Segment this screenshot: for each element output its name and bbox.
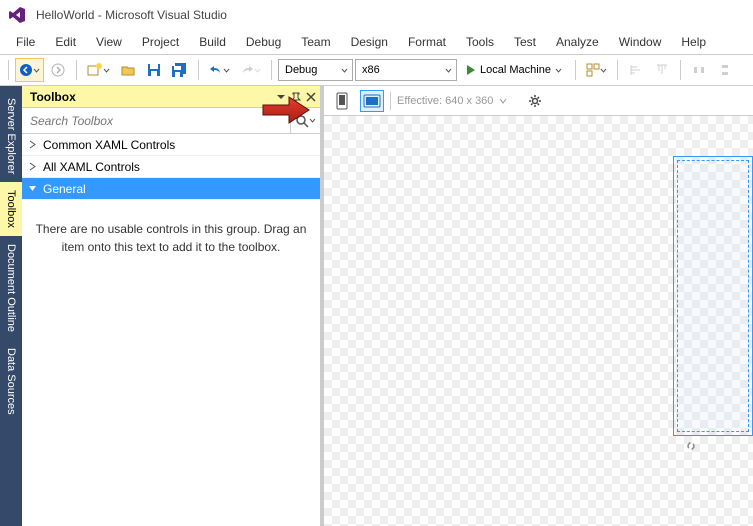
side-tab-document-outline[interactable]: Document Outline: [0, 236, 22, 340]
link-icon[interactable]: [683, 438, 699, 454]
menu-bar: File Edit View Project Build Debug Team …: [0, 30, 753, 54]
new-project-button[interactable]: [83, 58, 114, 82]
menu-test[interactable]: Test: [504, 32, 546, 52]
menu-window[interactable]: Window: [609, 32, 672, 52]
phone-portrait-button[interactable]: [330, 90, 354, 112]
undo-button[interactable]: [205, 58, 234, 82]
menu-analyze[interactable]: Analyze: [546, 32, 609, 52]
side-tab-toolbox[interactable]: Toolbox: [0, 182, 22, 236]
toolbox-panel: Toolbox Common XAML Controls All XAML Co…: [22, 86, 324, 526]
chevron-down-icon[interactable]: [499, 97, 507, 105]
artboard[interactable]: [673, 156, 753, 436]
side-tab-data-sources[interactable]: Data Sources: [0, 340, 22, 423]
group-button[interactable]: [582, 58, 611, 82]
window-title: HelloWorld - Microsoft Visual Studio: [36, 8, 227, 22]
menu-build[interactable]: Build: [189, 32, 236, 52]
toolbox-empty-message: There are no usable controls in this gro…: [22, 200, 320, 276]
gear-icon: [528, 94, 542, 108]
menu-file[interactable]: File: [6, 32, 45, 52]
standard-toolbar: Debug x86 Local Machine: [0, 54, 753, 86]
settings-button[interactable]: [523, 90, 547, 112]
menu-help[interactable]: Help: [671, 32, 716, 52]
nav-back-button[interactable]: [15, 58, 44, 82]
designer-area: Effective: 640 x 360: [324, 86, 753, 526]
side-tab-strip: Server Explorer Toolbox Document Outline…: [0, 86, 22, 526]
config-select[interactable]: Debug: [278, 59, 353, 81]
distribute-h-button: [687, 58, 711, 82]
group-all-xaml[interactable]: All XAML Controls: [22, 156, 320, 178]
save-all-button[interactable]: [168, 58, 192, 82]
chevron-right-icon: [28, 162, 37, 171]
play-icon: [466, 64, 476, 76]
group-common-xaml[interactable]: Common XAML Controls: [22, 134, 320, 156]
save-button[interactable]: [142, 58, 166, 82]
distribute-v-button: [713, 58, 737, 82]
side-tab-server-explorer[interactable]: Server Explorer: [0, 90, 22, 182]
title-bar: HelloWorld - Microsoft Visual Studio: [0, 0, 753, 30]
chevron-down-icon: [28, 184, 37, 193]
start-debug-button[interactable]: Local Machine: [459, 58, 569, 82]
open-file-button[interactable]: [116, 58, 140, 82]
menu-team[interactable]: Team: [291, 32, 340, 52]
menu-format[interactable]: Format: [398, 32, 456, 52]
chevron-right-icon: [28, 140, 37, 149]
redo-button[interactable]: [236, 58, 265, 82]
menu-view[interactable]: View: [86, 32, 132, 52]
platform-value: x86: [362, 64, 380, 76]
tablet-landscape-button[interactable]: [360, 90, 384, 112]
menu-edit[interactable]: Edit: [45, 32, 86, 52]
effective-size-label: Effective: 640 x 360: [397, 95, 493, 107]
group-general[interactable]: General: [22, 178, 320, 200]
annotation-arrow-icon: [261, 95, 311, 125]
align-top-button: [650, 58, 674, 82]
toolbox-title: Toolbox: [30, 90, 76, 104]
menu-project[interactable]: Project: [132, 32, 189, 52]
menu-design[interactable]: Design: [341, 32, 398, 52]
menu-tools[interactable]: Tools: [456, 32, 504, 52]
menu-debug[interactable]: Debug: [236, 32, 291, 52]
config-value: Debug: [285, 64, 317, 76]
search-input[interactable]: [22, 109, 290, 133]
run-target-label: Local Machine: [480, 64, 551, 76]
vs-logo-icon: [8, 6, 26, 24]
design-canvas[interactable]: [324, 116, 753, 526]
designer-toolbar: Effective: 640 x 360: [324, 86, 753, 116]
align-left-button: [624, 58, 648, 82]
nav-forward-button[interactable]: [46, 58, 70, 82]
platform-select[interactable]: x86: [355, 59, 457, 81]
